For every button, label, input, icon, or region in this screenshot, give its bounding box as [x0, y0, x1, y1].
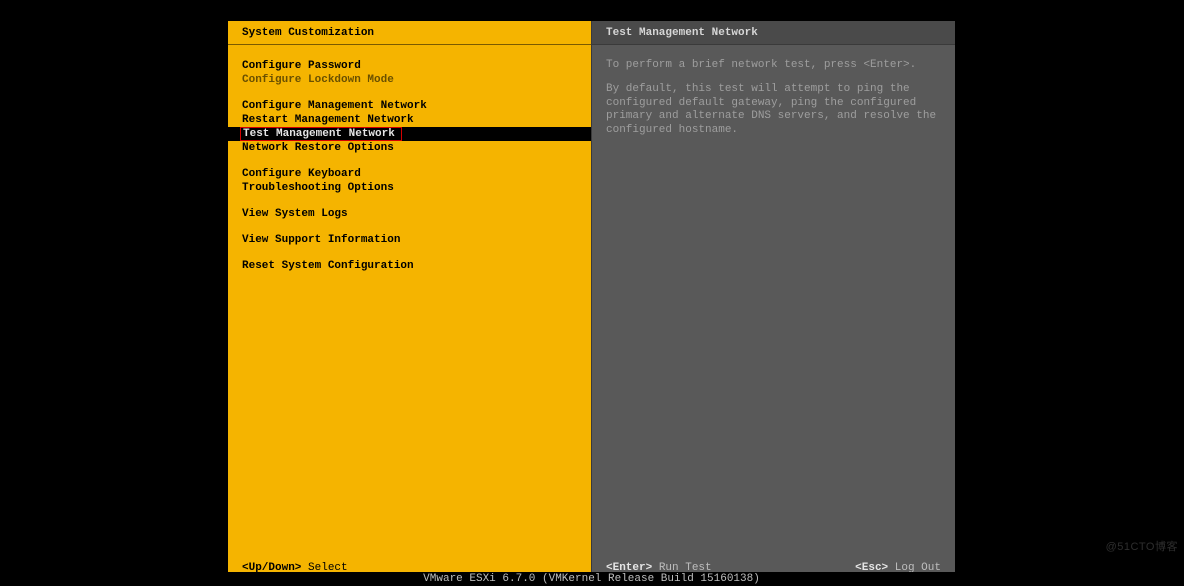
menu-group: Configure KeyboardTroubleshooting Option…	[242, 167, 577, 195]
dcui-console: System Customization Configure PasswordC…	[227, 20, 956, 580]
panels: System Customization Configure PasswordC…	[227, 20, 956, 580]
menu-item[interactable]: View System Logs	[242, 207, 577, 221]
menu-item[interactable]: Reset System Configuration	[242, 259, 577, 273]
watermark: @51CTO博客	[1106, 538, 1178, 554]
menu-group: View System Logs	[242, 207, 577, 221]
menu-group: Configure PasswordConfigure Lockdown Mod…	[242, 59, 577, 87]
menu-item[interactable]: Network Restore Options	[242, 141, 577, 155]
menu-group: Configure Management NetworkRestart Mana…	[242, 99, 577, 155]
menu-list[interactable]: Configure PasswordConfigure Lockdown Mod…	[228, 45, 591, 557]
menu-item[interactable]: Configure Management Network	[242, 99, 577, 113]
menu-group: View Support Information	[242, 233, 577, 247]
menu-item-selected[interactable]: Test Management Network	[228, 127, 591, 141]
menu-item[interactable]: Restart Management Network	[242, 113, 577, 127]
description-body: To perform a brief network test, press <…	[592, 45, 955, 557]
menu-group: Reset System Configuration	[242, 259, 577, 273]
menu-item[interactable]: Configure Password	[242, 59, 577, 73]
menu-item: Configure Lockdown Mode	[242, 73, 577, 87]
selected-highlight[interactable]: Test Management Network	[240, 127, 402, 141]
left-panel: System Customization Configure PasswordC…	[228, 21, 592, 579]
right-panel-title: Test Management Network	[592, 21, 955, 45]
description-line-2: By default, this test will attempt to pi…	[606, 83, 941, 138]
menu-item[interactable]: View Support Information	[242, 233, 577, 247]
left-panel-title: System Customization	[228, 21, 591, 45]
description-line-1: To perform a brief network test, press <…	[606, 59, 941, 73]
right-panel: Test Management Network To perform a bri…	[592, 21, 955, 579]
menu-item[interactable]: Troubleshooting Options	[242, 181, 577, 195]
status-bar-version: VMware ESXi 6.7.0 (VMKernel Release Buil…	[227, 572, 956, 586]
menu-item[interactable]: Configure Keyboard	[242, 167, 577, 181]
